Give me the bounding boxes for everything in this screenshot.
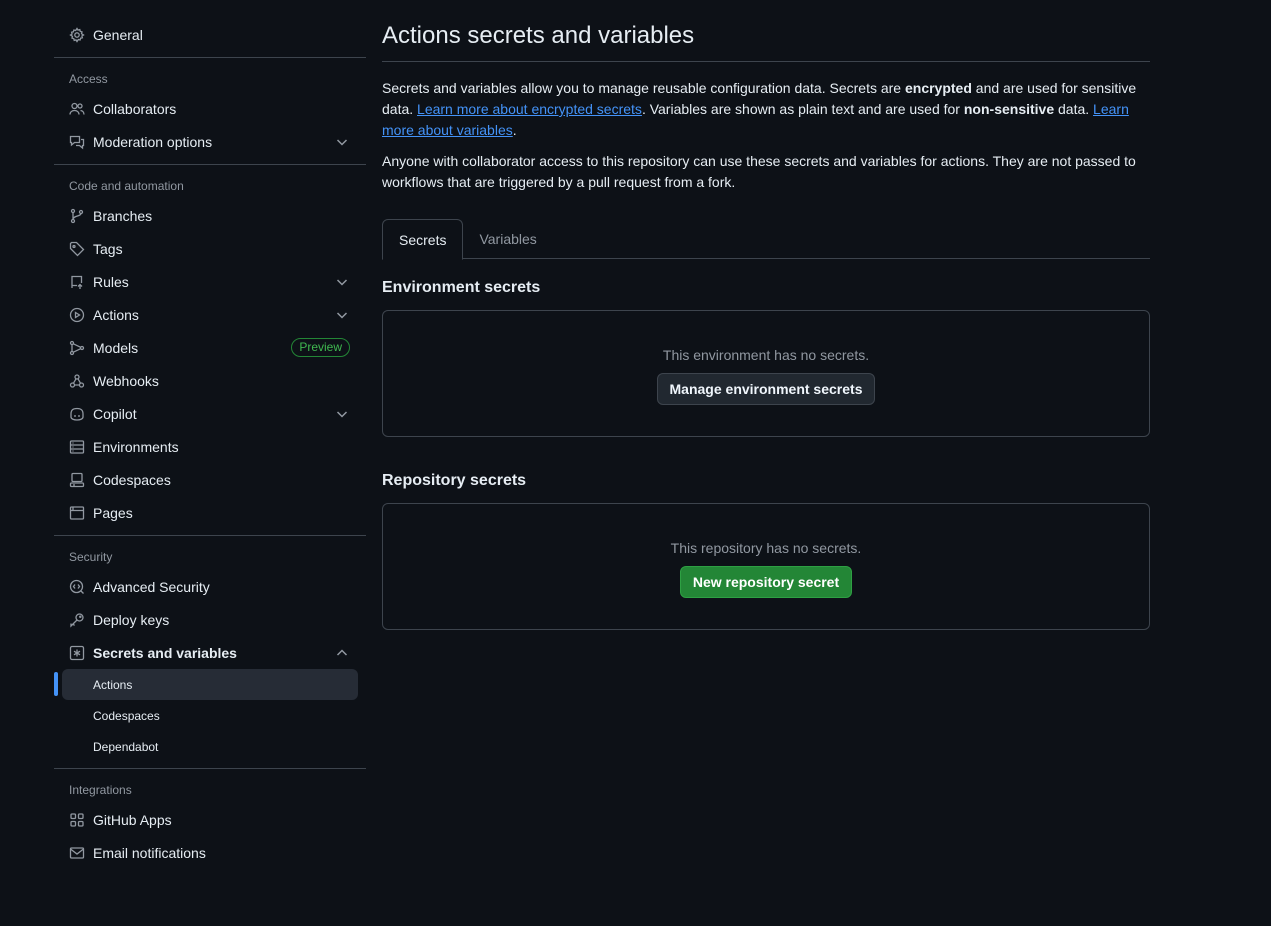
sidebar-item-label: Codespaces <box>93 471 171 488</box>
gear-icon <box>69 26 85 43</box>
people-icon <box>69 101 85 117</box>
manage-environment-secrets-button[interactable]: Manage environment secrets <box>656 373 876 405</box>
sidebar-subitem-dependabot[interactable]: Dependabot <box>62 731 358 762</box>
chevron-up-icon[interactable] <box>334 645 350 661</box>
sidebar-item-actions[interactable]: Actions <box>54 298 366 331</box>
intro-paragraph: Secrets and variables allow you to manag… <box>382 78 1150 141</box>
section-title-code-automation: Code and automation <box>69 179 184 193</box>
webhook-icon <box>69 373 85 389</box>
sidebar-item-label: Pages <box>93 504 133 521</box>
sidebar-subitem-label: Codespaces <box>93 708 160 723</box>
sidebar-item-label: Collaborators <box>93 100 177 117</box>
sidebar-item-label: Models <box>93 339 139 356</box>
section-title-access: Access <box>69 72 108 86</box>
preview-badge: Preview <box>291 338 350 357</box>
page-title: Actions secrets and variables <box>382 22 695 49</box>
copilot-icon <box>69 406 85 422</box>
tab-variables[interactable]: Variables <box>463 219 552 259</box>
intro-bold: non-sensitive <box>963 101 1055 117</box>
intro-text: . <box>512 122 517 138</box>
repo-push-icon <box>69 274 85 290</box>
git-branch-icon <box>69 208 85 224</box>
sidebar-item-tags[interactable]: Tags <box>54 232 366 265</box>
sidebar-item-moderation-options[interactable]: Moderation options <box>54 125 366 158</box>
sidebar-item-environments[interactable]: Environments <box>54 430 366 463</box>
chevron-down-icon[interactable] <box>334 406 350 422</box>
sidebar-item-label: Advanced Security <box>93 578 210 595</box>
sidebar-subitem-label: Actions <box>93 677 133 692</box>
repository-secrets-box: This repository has no secrets. New repo… <box>382 503 1150 630</box>
chevron-down-icon[interactable] <box>334 274 350 290</box>
sidebar-item-secrets-and-variables[interactable]: Secrets and variables <box>54 636 366 669</box>
sidebar-subitem-label: Dependabot <box>93 739 159 754</box>
sidebar-item-label: Webhooks <box>93 372 159 389</box>
sidebar-item-models[interactable]: Models Preview <box>54 331 366 364</box>
tab-bar: Secrets Variables <box>382 219 1150 260</box>
comment-discussion-icon <box>69 134 85 150</box>
sidebar-subitem-codespaces[interactable]: Codespaces <box>62 700 358 731</box>
sidebar-item-deploy-keys[interactable]: Deploy keys <box>54 603 366 636</box>
section-title-security: Security <box>69 550 113 564</box>
sidebar-item-label: Tags <box>93 240 123 257</box>
repository-secrets-heading: Repository secrets <box>382 472 527 489</box>
sidebar-item-label: Moderation options <box>93 133 213 150</box>
environment-secrets-box: This environment has no secrets. Manage … <box>382 310 1150 437</box>
sidebar-item-label: GitHub Apps <box>93 811 172 828</box>
sidebar-subitem-actions[interactable]: Actions <box>54 669 358 700</box>
sidebar-item-label: Environments <box>93 438 179 455</box>
section-divider <box>54 164 366 165</box>
sidebar-item-label: Rules <box>93 273 129 290</box>
settings-page: General Access Collaborators Moderation … <box>0 0 1271 926</box>
sidebar-item-pages[interactable]: Pages <box>54 496 366 529</box>
sidebar-item-rules[interactable]: Rules <box>54 265 366 298</box>
browser-icon <box>69 505 85 521</box>
intro-text: Secrets and variables allow you to manag… <box>382 80 905 96</box>
section-divider <box>54 768 366 769</box>
tab-secrets[interactable]: Secrets <box>382 219 464 260</box>
intro-text: data. <box>1054 101 1094 117</box>
sidebar-item-label: Secrets and variables <box>93 644 237 661</box>
settings-sidebar: General Access Collaborators Moderation … <box>54 18 366 869</box>
sidebar-item-webhooks[interactable]: Webhooks <box>54 364 366 397</box>
codespaces-icon <box>69 472 85 488</box>
sidebar-item-label: General <box>93 26 143 43</box>
chevron-down-icon[interactable] <box>334 134 350 150</box>
play-icon <box>69 307 85 323</box>
intro-bold: encrypted <box>904 80 972 96</box>
sidebar-item-label: Email notifications <box>93 844 206 861</box>
sidebar-item-advanced-security[interactable]: Advanced Security <box>54 570 366 603</box>
access-note-paragraph: Anyone with collaborator access to this … <box>382 153 1136 190</box>
codescan-icon <box>69 579 85 595</box>
title-divider <box>382 61 1150 62</box>
environment-secrets-heading: Environment secrets <box>382 279 541 296</box>
sidebar-item-copilot[interactable]: Copilot <box>54 397 366 430</box>
repository-empty-message: This repository has no secrets. <box>670 540 862 556</box>
sidebar-item-label: Deploy keys <box>93 611 170 628</box>
key-asterisk-icon <box>69 645 85 661</box>
key-icon <box>69 612 85 628</box>
apps-icon <box>69 812 85 828</box>
sidebar-item-general[interactable]: General <box>54 18 366 51</box>
new-repository-secret-button[interactable]: New repository secret <box>679 566 853 598</box>
mail-icon <box>69 845 85 861</box>
sidebar-item-github-apps[interactable]: GitHub Apps <box>54 803 366 836</box>
intro-text: . Variables are shown as plain text and … <box>641 101 964 117</box>
encrypted-secrets-link[interactable]: Learn more about encrypted secrets <box>417 101 642 117</box>
tag-icon <box>69 241 85 257</box>
sidebar-item-label: Copilot <box>93 405 137 422</box>
chevron-down-icon[interactable] <box>334 307 350 323</box>
main-content: Actions secrets and variables Secrets an… <box>382 18 1150 630</box>
section-divider <box>54 57 366 58</box>
sidebar-item-codespaces[interactable]: Codespaces <box>54 463 366 496</box>
ai-model-icon <box>69 340 85 356</box>
sidebar-item-label: Branches <box>93 207 153 224</box>
sidebar-item-email-notifications[interactable]: Email notifications <box>54 836 366 869</box>
sidebar-item-branches[interactable]: Branches <box>54 199 366 232</box>
section-title-integrations: Integrations <box>69 783 132 797</box>
sidebar-item-label: Actions <box>93 306 139 323</box>
sidebar-item-collaborators[interactable]: Collaborators <box>54 92 366 125</box>
environment-empty-message: This environment has no secrets. <box>662 347 870 363</box>
section-divider <box>54 535 366 536</box>
server-icon <box>69 439 85 455</box>
